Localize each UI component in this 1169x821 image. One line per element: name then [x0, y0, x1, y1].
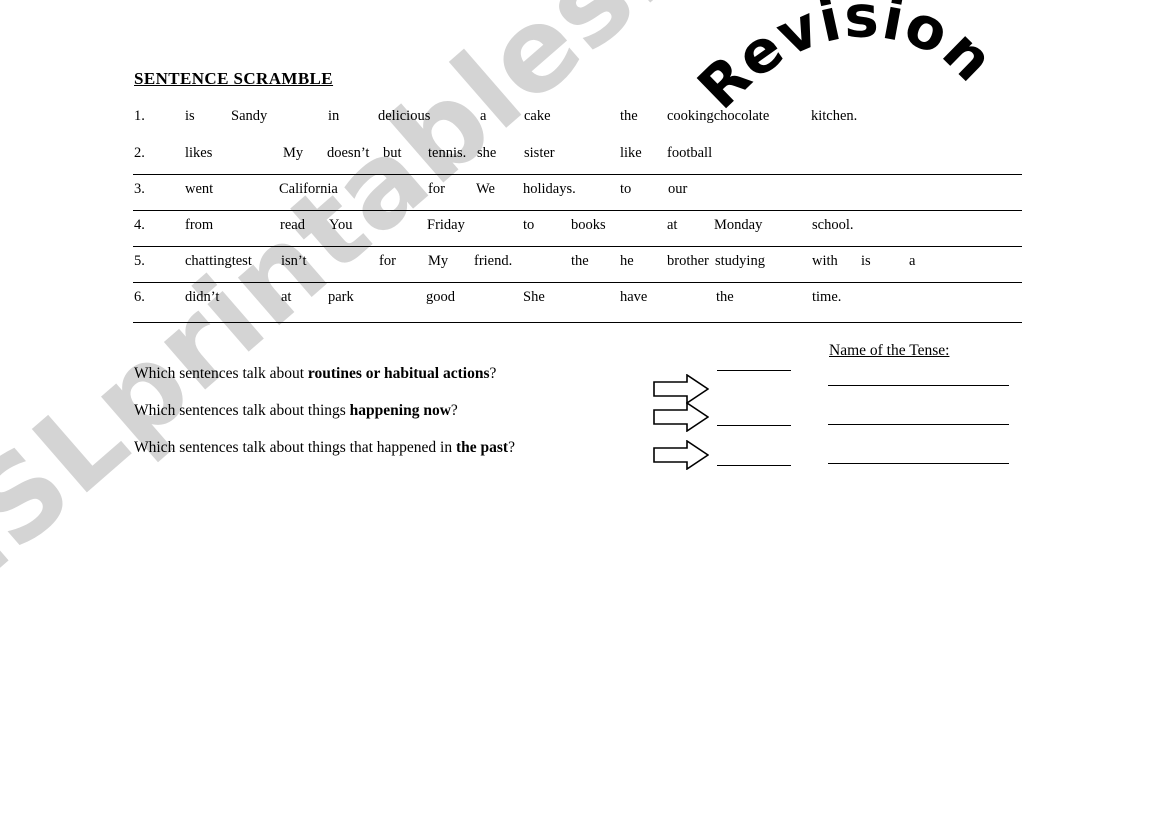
table-rule	[133, 246, 1022, 247]
scramble-word: We	[476, 181, 495, 197]
scramble-row: 5. chattingtest isn’t for My friend. the he bro…	[0, 253, 1169, 277]
table-rule	[133, 322, 1022, 323]
scramble-word: chattingtest	[185, 253, 252, 269]
question-bold: the past	[455, 439, 509, 456]
scramble-word: didn’t	[185, 289, 220, 305]
page-title: SENTENCE SCRAMBLE	[134, 69, 334, 88]
scramble-word: kitchen.	[811, 108, 858, 124]
scramble-word: Monday	[714, 217, 763, 233]
scramble-word: good	[426, 289, 455, 305]
scramble-word: likes	[185, 145, 213, 161]
scramble-row: 6. didn’t at park good She have the time.	[0, 289, 1169, 313]
scramble-word: cake	[524, 108, 551, 124]
scramble-word: the	[716, 289, 734, 305]
revision-wordart-text: Revision	[685, 0, 1008, 122]
scramble-row: 2. likes My doesn’t but tennis. she sister like…	[0, 145, 1169, 169]
scramble-word: he	[620, 253, 634, 269]
scramble-word: to	[523, 217, 535, 233]
scramble-word: park	[328, 289, 354, 305]
question-prefix: Which sentences talk about things that h…	[134, 439, 456, 456]
question-suffix: ?	[450, 402, 458, 419]
scramble-word: friend.	[474, 253, 513, 269]
scramble-word: went	[185, 181, 214, 197]
scramble-word: brother	[667, 253, 709, 269]
table-rule	[133, 210, 1022, 211]
scramble-word: the	[620, 108, 638, 124]
right-arrow-icon	[653, 440, 709, 470]
answer-line-long[interactable]	[828, 463, 1009, 464]
question-bold: happening now	[349, 402, 451, 419]
scramble-word: California	[279, 181, 338, 197]
scramble-word: at	[667, 217, 678, 233]
scramble-word: she	[477, 145, 497, 161]
scramble-row-number: 1.	[134, 108, 145, 124]
scramble-row: 4. from read You Friday to books at Monday schoo…	[0, 217, 1169, 241]
scramble-row: 3. went California for We holidays. to our	[0, 181, 1169, 205]
question-prefix: Which sentences talk about	[134, 365, 308, 382]
scramble-word: have	[620, 289, 648, 305]
scramble-word: a	[909, 253, 916, 269]
scramble-word: You	[329, 217, 353, 233]
scramble-word: like	[620, 145, 642, 161]
scramble-row-number: 5.	[134, 253, 145, 269]
question-routines: Which sentences talk about routines or h…	[134, 365, 496, 383]
scramble-word: doesn’t	[327, 145, 370, 161]
scramble-word: Friday	[427, 217, 465, 233]
scramble-word: a	[480, 108, 487, 124]
revision-wordart: Revision	[685, 0, 1007, 158]
worksheet-page: ESLprintables.com SENTENCE SCRAMBLE Revi…	[0, 0, 1169, 821]
scramble-row-number: 4.	[134, 217, 145, 233]
scramble-word: read	[280, 217, 305, 233]
scramble-word: with	[812, 253, 838, 269]
question-suffix: ?	[508, 439, 515, 456]
scramble-word: studying	[715, 253, 765, 269]
answer-line-long[interactable]	[828, 424, 1009, 425]
scramble-word: for	[379, 253, 396, 269]
scramble-word: My	[428, 253, 449, 269]
scramble-word: books	[571, 217, 606, 233]
scramble-word: time.	[812, 289, 842, 305]
question-happening-now: Which sentences talk about things happen…	[134, 402, 458, 420]
answer-line-short[interactable]	[717, 425, 791, 426]
scramble-row-number: 6.	[134, 289, 145, 305]
scramble-word: isn’t	[281, 253, 307, 269]
scramble-word: to	[620, 181, 632, 197]
table-rule	[133, 282, 1022, 283]
question-past: Which sentences talk about things that h…	[134, 439, 515, 457]
scramble-word: the	[571, 253, 589, 269]
question-bold: routines or habitual actions	[307, 365, 490, 382]
scramble-word: tennis.	[428, 145, 467, 161]
scramble-word: is	[861, 253, 871, 269]
answer-line-short[interactable]	[717, 465, 791, 466]
answer-line-long[interactable]	[828, 385, 1009, 386]
scramble-word: She	[523, 289, 545, 305]
scramble-word: but	[383, 145, 402, 161]
scramble-word: My	[283, 145, 304, 161]
question-prefix: Which sentences talk about things	[134, 402, 350, 419]
right-arrow-icon	[653, 374, 709, 404]
scramble-word: delicious	[378, 108, 431, 124]
scramble-word: Sandy	[231, 108, 268, 124]
table-rule	[133, 174, 1022, 175]
scramble-word: in	[328, 108, 340, 124]
scramble-word: for	[428, 181, 445, 197]
scramble-word: school.	[812, 217, 854, 233]
scramble-word: sister	[524, 145, 555, 161]
scramble-word: cookingchocolate	[667, 108, 770, 124]
answer-line-short[interactable]	[717, 370, 791, 371]
scramble-word: holidays.	[523, 181, 576, 197]
scramble-word: our	[668, 181, 688, 197]
question-suffix: ?	[489, 365, 497, 382]
scramble-row: 1. is Sandy in delicious a cake the cookingchoc…	[0, 108, 1169, 132]
right-arrow-icon	[653, 402, 709, 432]
tense-heading: Name of the Tense:	[829, 342, 950, 359]
scramble-row-number: 2.	[134, 145, 145, 161]
scramble-word: at	[281, 289, 292, 305]
scramble-word: from	[185, 217, 214, 233]
scramble-row-number: 3.	[134, 181, 145, 197]
scramble-word: football	[667, 145, 713, 161]
scramble-word: is	[185, 108, 195, 124]
